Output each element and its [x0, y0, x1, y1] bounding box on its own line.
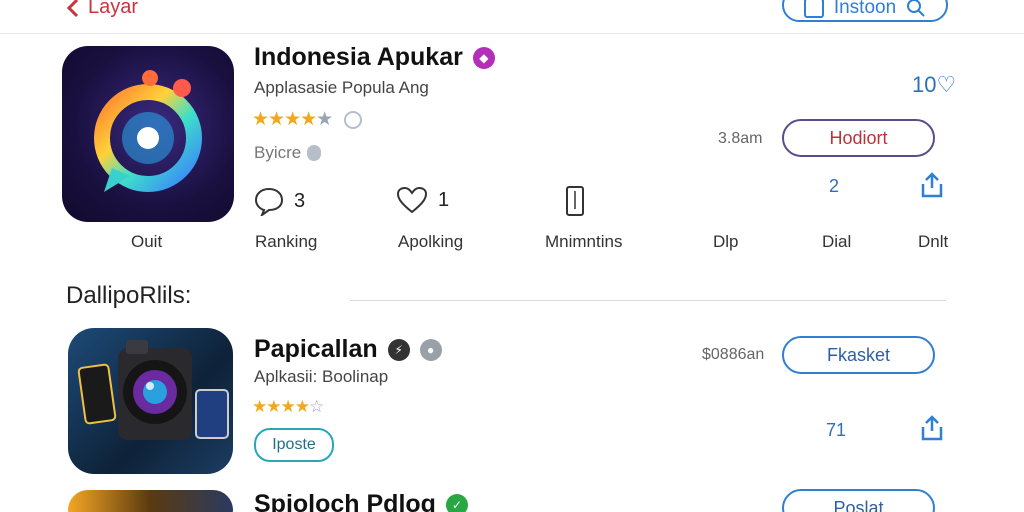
app-title[interactable]: Indonesia Apukar ◆	[254, 43, 495, 72]
instoon-label: Instoon	[833, 0, 897, 18]
shield-icon	[307, 145, 322, 161]
chat-icon	[254, 187, 284, 216]
verified-badge-icon: ◆	[472, 46, 495, 69]
heart-small-icon: ♡	[936, 72, 957, 97]
stat-heart[interactable]: 1	[396, 186, 449, 214]
meta-row: Byicre	[254, 143, 322, 163]
label-mnimntins: Mnimntins	[545, 232, 623, 251]
app-icon-indonesia-apukar[interactable]	[62, 46, 234, 222]
share-icon[interactable]	[920, 415, 944, 441]
app-price: $0886an	[702, 346, 765, 363]
app-name: Indonesia Apukar	[254, 43, 463, 71]
stat-phone[interactable]	[565, 185, 585, 217]
top-right-number: 10♡	[912, 72, 957, 97]
label-ouit: Ouit	[131, 232, 163, 251]
app-icon-papicallan[interactable]	[68, 328, 233, 474]
info-badge-icon: ●	[419, 338, 442, 361]
app-name: Papicallan	[254, 335, 378, 363]
label-apolking: Apolking	[398, 232, 464, 251]
hodiort-button[interactable]: Hodiort	[782, 119, 935, 157]
stat-chat[interactable]: 3	[254, 186, 305, 216]
stat-number: 2	[829, 176, 840, 196]
stat-chat-value: 3	[294, 189, 306, 212]
app-title[interactable]: Papicallan ⚡ ●	[254, 335, 442, 364]
back-button[interactable]: Layar	[66, 0, 138, 19]
rating-stars: ★★★★★	[252, 108, 363, 131]
meta-label: Byicre	[254, 143, 302, 162]
label-dlp: Dlp	[713, 232, 739, 251]
check-badge-icon: ✓	[445, 493, 468, 512]
phone-icon	[566, 186, 584, 216]
label-dnlt: Dnlt	[918, 232, 949, 251]
instoon-button[interactable]: Instoon	[782, 0, 948, 22]
back-label: Layar	[88, 0, 139, 18]
bolt-badge-icon: ⚡	[387, 338, 410, 361]
chevron-left-icon	[66, 0, 79, 17]
app-size: 3.8am	[718, 130, 763, 147]
fkasket-button[interactable]: Fkasket	[782, 336, 935, 374]
stat-heart-value: 1	[438, 188, 450, 211]
app-title[interactable]: Spioloch Pdlog ✓	[254, 490, 468, 512]
share-icon[interactable]	[920, 172, 944, 198]
app-subtitle: Aplkasii: Boolinap	[254, 367, 389, 386]
label-ranking: Ranking	[255, 232, 318, 251]
heart-icon	[396, 186, 428, 214]
section-divider	[350, 300, 946, 301]
top-bar: Layar Instoon	[0, 0, 1024, 34]
search-icon	[907, 0, 925, 17]
section-title: DallipoRlils:	[66, 282, 192, 309]
rating-stars: ★★★★☆	[252, 397, 324, 416]
app-subtitle: Applasasie Popula Ang	[254, 78, 429, 97]
tag-iposte[interactable]: Iposte	[254, 428, 334, 462]
info-icon[interactable]	[344, 110, 363, 129]
square-icon	[803, 0, 824, 18]
label-dial: Dial	[822, 232, 852, 251]
app-icon-spioloch-pdlog[interactable]	[68, 490, 233, 512]
poslat-button[interactable]: Poslat	[782, 489, 935, 512]
stat-number: 71	[826, 420, 847, 440]
app-name: Spioloch Pdlog	[254, 490, 436, 512]
